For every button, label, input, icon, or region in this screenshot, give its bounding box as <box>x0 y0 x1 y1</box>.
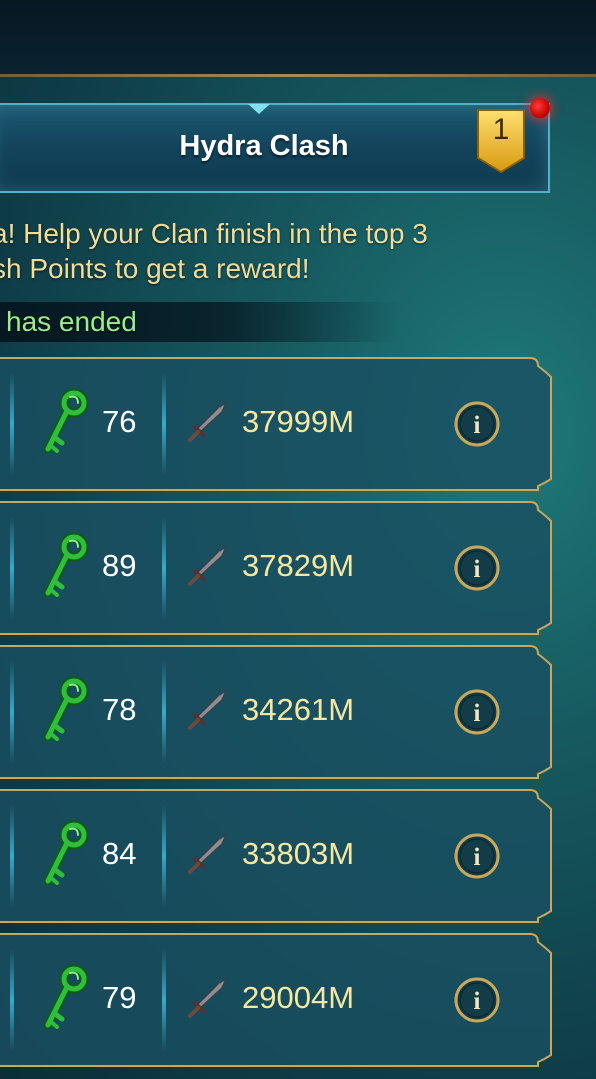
info-icon: i <box>474 412 481 439</box>
key-icon <box>43 388 89 454</box>
row-divider <box>10 805 14 907</box>
info-button[interactable]: i <box>454 401 500 447</box>
selected-tab-indicator <box>248 104 270 114</box>
sword-icon <box>188 833 228 874</box>
description-line-1: a! Help your Clan finish in the top 3 <box>0 218 428 249</box>
damage-value: 29004M <box>242 980 355 1015</box>
tab-title: Hydra Clash <box>179 130 349 162</box>
row-divider <box>10 661 14 763</box>
ranking-row: 84 33803M i <box>0 789 552 923</box>
row-divider <box>162 805 166 907</box>
description-line-2: sh Points to get a reward! <box>0 253 310 284</box>
keys-count: 84 <box>102 836 137 871</box>
info-button[interactable]: i <box>454 689 500 735</box>
damage-value: 37829M <box>242 548 355 583</box>
notification-dot <box>530 98 550 118</box>
sword-icon <box>188 689 228 730</box>
sword-icon <box>188 977 228 1018</box>
top-bar-divider <box>0 74 596 77</box>
damage-value: 34261M <box>242 692 355 727</box>
row-divider <box>10 949 14 1051</box>
ranking-row: 79 29004M i <box>0 933 552 1067</box>
key-icon <box>43 676 89 742</box>
event-status: has ended <box>6 306 137 337</box>
info-button[interactable]: i <box>454 977 500 1023</box>
row-divider <box>162 373 166 475</box>
rank-badge-count: 1 <box>492 113 510 146</box>
sword-icon <box>188 545 228 586</box>
info-button[interactable]: i <box>454 833 500 879</box>
keys-count: 79 <box>102 980 137 1015</box>
ranking-row: 89 37829M i <box>0 501 552 635</box>
info-icon: i <box>474 556 481 583</box>
key-icon <box>43 964 89 1030</box>
row-divider <box>162 517 166 619</box>
keys-count: 89 <box>102 548 137 583</box>
row-divider <box>162 949 166 1051</box>
info-icon: i <box>474 844 481 871</box>
info-icon: i <box>474 988 481 1015</box>
keys-count: 76 <box>102 404 137 439</box>
top-bar <box>0 0 596 74</box>
damage-value: 37999M <box>242 404 355 439</box>
ranking-row: 78 34261M i <box>0 645 552 779</box>
event-description: a! Help your Clan finish in the top 3 sh… <box>0 216 592 286</box>
damage-value: 33803M <box>242 836 355 871</box>
row-divider <box>10 517 14 619</box>
info-icon: i <box>474 700 481 727</box>
ranking-row: 76 37999M i <box>0 357 552 491</box>
row-divider <box>10 373 14 475</box>
info-button[interactable]: i <box>454 545 500 591</box>
row-divider <box>162 661 166 763</box>
key-icon <box>43 532 89 598</box>
key-icon <box>43 820 89 886</box>
keys-count: 78 <box>102 692 137 727</box>
sword-icon <box>188 401 228 442</box>
